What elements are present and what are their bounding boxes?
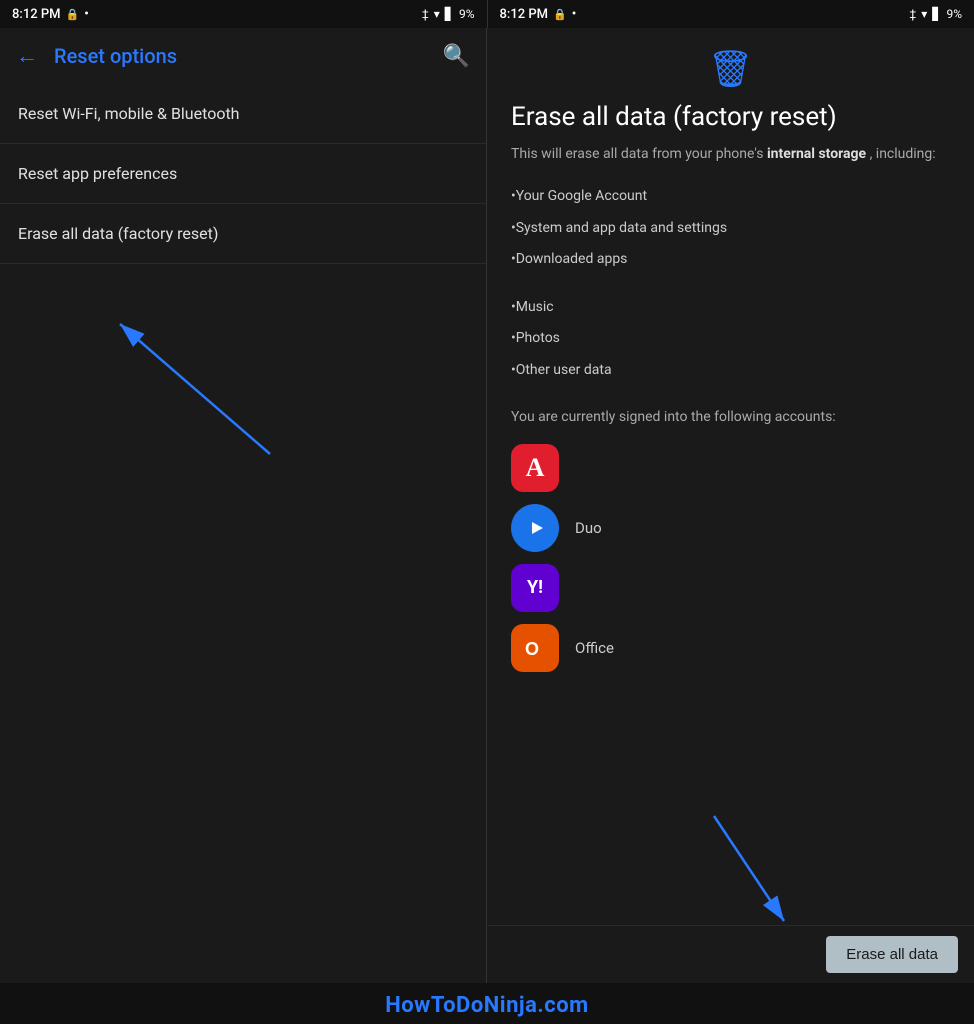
left-panel: ← Reset options 🔍 Reset Wi-Fi, mobile & …	[0, 28, 487, 983]
time-right: 8:12 PM 🔒 •	[500, 7, 577, 22]
right-panel: 🗑 Erase all data (factory reset) This wi…	[487, 28, 974, 983]
adobe-icon: A	[511, 444, 559, 492]
menu-item-factory-reset[interactable]: Erase all data (factory reset)	[0, 204, 486, 264]
page-title: Reset options	[54, 44, 427, 68]
erase-description: This will erase all data from your phone…	[511, 144, 950, 165]
office-icon: O	[511, 624, 559, 672]
trash-icon: 🗑	[708, 48, 754, 90]
search-icon[interactable]: 🔍	[443, 44, 470, 69]
menu-item-app-prefs[interactable]: Reset app preferences	[0, 144, 486, 204]
erase-content: 🗑 Erase all data (factory reset) This wi…	[487, 28, 974, 925]
erase-all-data-button[interactable]: Erase all data	[826, 936, 958, 973]
accounts-label: You are currently signed into the follow…	[511, 407, 950, 428]
time-left: 8:12 PM 🔒 •	[12, 7, 89, 22]
status-bar-right: 8:12 PM 🔒 • ‡ ▾ ▋ 9%	[488, 0, 974, 28]
status-icons-left: ‡ ▾ ▋ 9%	[422, 7, 475, 21]
bluetooth-icon-right: ‡	[909, 7, 916, 21]
account-office: O Office	[511, 624, 950, 672]
svg-text:O: O	[525, 639, 539, 659]
status-bar-left: 8:12 PM 🔒 • ‡ ▾ ▋ 9%	[0, 0, 487, 28]
bottom-bar: Erase all data	[487, 925, 974, 983]
data-item-google: •Your Google Account	[511, 181, 950, 213]
wifi-icon-left: ▾	[434, 7, 440, 21]
signal-icon-right: ▋	[932, 7, 941, 21]
data-item-apps: •Downloaded apps	[511, 244, 950, 276]
battery-right: 9%	[946, 7, 962, 21]
erase-title: Erase all data (factory reset)	[511, 102, 950, 132]
data-item-music: •Music	[511, 292, 950, 324]
account-adobe: A	[511, 444, 950, 492]
office-label: Office	[575, 639, 614, 657]
duo-icon	[511, 504, 559, 552]
trash-icon-wrapper: 🗑	[511, 48, 950, 90]
bluetooth-icon-left: ‡	[422, 7, 429, 21]
data-item-photos: •Photos	[511, 323, 950, 355]
menu-item-wifi[interactable]: Reset Wi-Fi, mobile & Bluetooth	[0, 84, 486, 144]
signal-icon-left: ▋	[445, 7, 454, 21]
yahoo-icon: Y!	[511, 564, 559, 612]
data-item-other: •Other user data	[511, 355, 950, 387]
back-button[interactable]: ←	[16, 43, 38, 69]
account-duo: Duo	[511, 504, 950, 552]
account-yahoo: Y!	[511, 564, 950, 612]
wifi-icon-right: ▾	[921, 7, 927, 21]
toolbar: ← Reset options 🔍	[0, 28, 486, 84]
menu-list: Reset Wi-Fi, mobile & Bluetooth Reset ap…	[0, 84, 486, 983]
watermark: HowToDoNinja.com	[0, 983, 974, 1024]
main-panels: ← Reset options 🔍 Reset Wi-Fi, mobile & …	[0, 28, 974, 983]
status-bar: 8:12 PM 🔒 • ‡ ▾ ▋ 9% 8:12 PM 🔒 • ‡ ▾ ▋ 9…	[0, 0, 974, 28]
data-items-list: •Your Google Account •System and app dat…	[511, 181, 950, 387]
duo-label: Duo	[575, 519, 602, 537]
status-icons-right: ‡ ▾ ▋ 9%	[909, 7, 962, 21]
data-item-system: •System and app data and settings	[511, 213, 950, 245]
battery-left: 9%	[459, 7, 475, 21]
